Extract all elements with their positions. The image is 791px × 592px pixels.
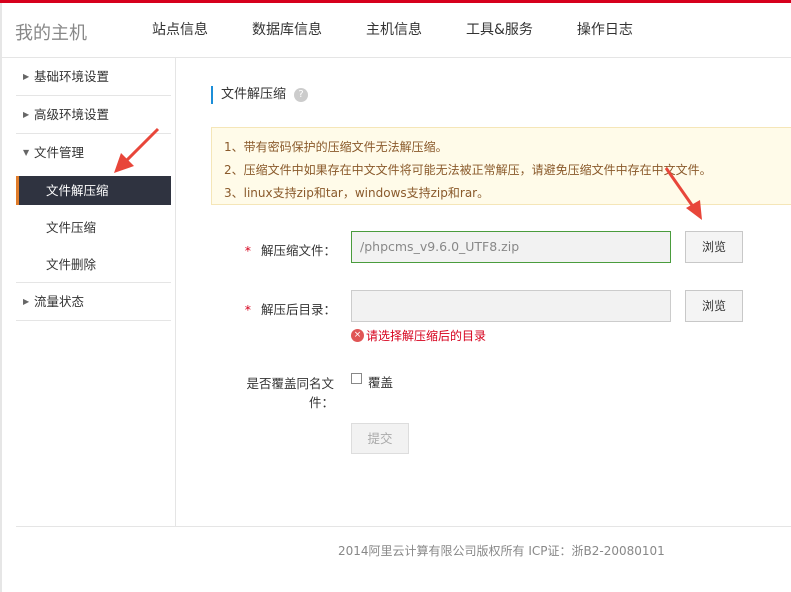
sidebar-item-file-zip[interactable]: 文件压缩 xyxy=(16,209,171,246)
sidebar-item-file-management[interactable]: ▼ 文件管理 xyxy=(16,134,171,172)
nav-database-info[interactable]: 数据库信息 xyxy=(230,3,344,58)
sidebar-item-traffic-status[interactable]: ▶ 流量状态 xyxy=(16,283,171,321)
error-icon: × xyxy=(351,329,364,342)
sidebar: ▶ 基础环境设置 ▶ 高级环境设置 ▼ 文件管理 文件解压缩 文件压缩 文件删除… xyxy=(16,58,171,321)
target-dir-label: * 解压后目录： xyxy=(226,299,336,318)
target-dir-error: × 请选择解压缩后的目录 xyxy=(351,327,486,344)
error-text: 请选择解压缩后的目录 xyxy=(366,329,487,343)
target-dir-label-text: 解压后目录： xyxy=(260,302,336,317)
footer-divider xyxy=(16,526,791,527)
sidebar-item-label: 文件管理 xyxy=(34,145,85,160)
required-mark: * xyxy=(244,243,251,258)
help-icon[interactable]: ? xyxy=(294,87,309,102)
left-border xyxy=(0,3,2,592)
caret-right-icon: ▶ xyxy=(23,72,30,81)
section-title-text: 文件解压缩 xyxy=(221,87,287,102)
sidebar-item-basic-env[interactable]: ▶ 基础环境设置 xyxy=(16,58,171,96)
caret-right-icon: ▶ xyxy=(23,297,30,306)
archive-file-input[interactable]: /phpcms_v9.6.0_UTF8.zip xyxy=(351,231,671,263)
nav-host-info[interactable]: 主机信息 xyxy=(344,3,444,58)
sidebar-item-label: 流量状态 xyxy=(34,294,85,309)
content-divider xyxy=(175,58,176,526)
top-nav: 站点信息 数据库信息 主机信息 工具&服务 操作日志 xyxy=(130,3,655,58)
required-mark: * xyxy=(244,302,251,317)
overwrite-option-label[interactable]: 覆盖 xyxy=(368,372,393,391)
footer-copyright: 2014阿里云计算有限公司版权所有 ICP证：浙B2-20080101 xyxy=(338,544,665,558)
notice-line: 2、压缩文件中如果存在中文文件将可能无法被正常解压，请避免压缩文件中存在中文文件… xyxy=(224,163,712,177)
sidebar-item-file-delete[interactable]: 文件删除 xyxy=(16,246,171,283)
sidebar-item-label: 基础环境设置 xyxy=(34,69,110,84)
sidebar-item-label: 高级环境设置 xyxy=(34,107,110,122)
nav-site-info[interactable]: 站点信息 xyxy=(130,3,230,58)
caret-down-icon: ▼ xyxy=(23,148,30,157)
submit-button[interactable]: 提交 xyxy=(351,423,409,454)
overwrite-checkbox[interactable] xyxy=(351,373,362,384)
archive-file-label: * 解压缩文件： xyxy=(226,240,336,259)
header: 我的主机 站点信息 数据库信息 主机信息 工具&服务 操作日志 xyxy=(0,3,791,58)
notice-line: 3、linux支持zip和tar，windows支持zip和rar。 xyxy=(224,186,490,200)
archive-file-label-text: 解压缩文件： xyxy=(260,243,336,258)
section-title: 文件解压缩? xyxy=(211,86,309,104)
nav-operation-log[interactable]: 操作日志 xyxy=(555,3,655,58)
target-dir-input[interactable] xyxy=(351,290,671,322)
caret-right-icon: ▶ xyxy=(23,110,30,119)
nav-tools-services[interactable]: 工具&服务 xyxy=(444,3,555,58)
overwrite-label: 是否覆盖同名文件： xyxy=(246,376,334,410)
notice-box: 1、带有密码保护的压缩文件无法解压缩。 2、压缩文件中如果存在中文文件将可能无法… xyxy=(211,127,791,205)
brand-title: 我的主机 xyxy=(15,23,87,44)
sidebar-item-file-unzip[interactable]: 文件解压缩 xyxy=(16,176,171,205)
browse-target-button[interactable]: 浏览 xyxy=(685,290,743,322)
sidebar-item-advanced-env[interactable]: ▶ 高级环境设置 xyxy=(16,96,171,134)
browse-archive-button[interactable]: 浏览 xyxy=(685,231,743,263)
notice-line: 1、带有密码保护的压缩文件无法解压缩。 xyxy=(224,140,448,154)
